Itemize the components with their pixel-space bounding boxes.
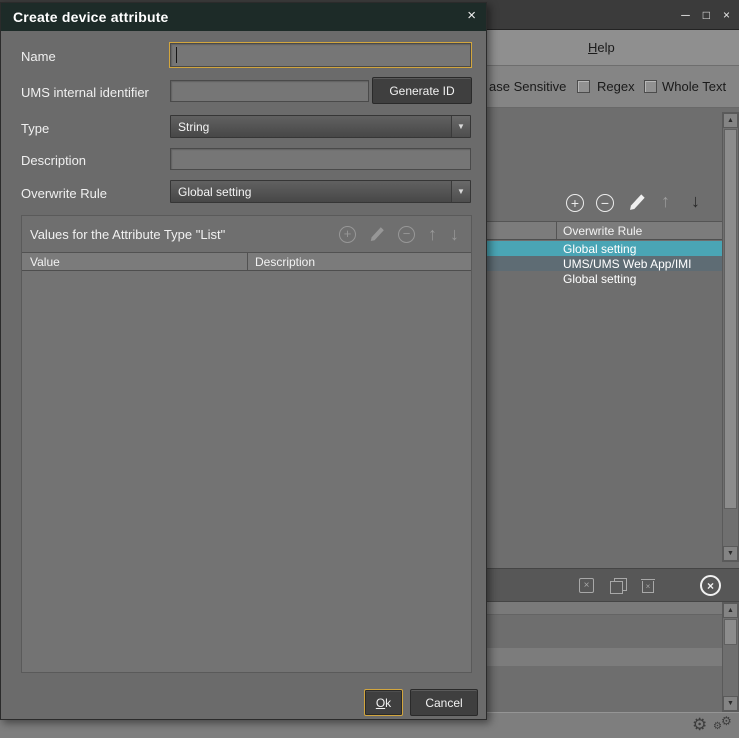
values-table-body bbox=[22, 271, 471, 672]
arrow-up-icon: ▲ bbox=[727, 607, 734, 614]
trash-icon: × bbox=[641, 577, 655, 594]
maximize-icon[interactable]: □ bbox=[703, 9, 710, 21]
values-toolbar: + − ↑ ↓ bbox=[339, 225, 471, 243]
chevron-down-icon: ▼ bbox=[451, 116, 470, 137]
values-panel: Values for the Attribute Type "List" + − bbox=[21, 215, 472, 673]
move-down-button[interactable]: ↓ bbox=[450, 225, 459, 243]
plus-circle-icon: + bbox=[339, 226, 356, 243]
gears-icon[interactable]: ⚙ ⚙ bbox=[713, 714, 735, 736]
move-down-button[interactable]: ↓ bbox=[691, 192, 700, 210]
whole-text-checkbox[interactable] bbox=[644, 80, 657, 93]
scroll-up-button[interactable]: ▲ bbox=[723, 113, 738, 128]
case-sensitive-label: ase Sensitive bbox=[489, 79, 566, 94]
description-input[interactable] bbox=[170, 148, 471, 170]
delete-button[interactable]: × bbox=[641, 577, 655, 594]
whole-text-label: Whole Text bbox=[662, 79, 726, 94]
minus-circle-icon: − bbox=[398, 226, 415, 243]
help-label-rest: elp bbox=[597, 40, 614, 55]
gear-small-icon: ⚙ bbox=[713, 721, 722, 732]
close-icon[interactable]: × bbox=[723, 9, 730, 21]
arrow-down-icon: ▼ bbox=[727, 550, 734, 557]
scroll-up-button[interactable]: ▲ bbox=[723, 603, 738, 618]
values-panel-title: Values for the Attribute Type "List" bbox=[30, 227, 225, 242]
values-table-header: Value Description bbox=[22, 252, 471, 271]
name-label: Name bbox=[21, 49, 56, 64]
help-label: H bbox=[588, 40, 597, 55]
ok-label: Ok bbox=[376, 696, 391, 710]
scroll-down-button[interactable]: ▼ bbox=[723, 696, 738, 711]
x-square-icon: × bbox=[579, 578, 594, 593]
column-divider bbox=[556, 222, 557, 239]
ums-id-input[interactable] bbox=[170, 80, 369, 102]
scrollbar-vertical: ▲ ▼ bbox=[722, 112, 739, 562]
scrollbar-thumb[interactable] bbox=[724, 619, 737, 645]
dismiss-button[interactable]: × bbox=[700, 575, 721, 596]
scroll-down-button[interactable]: ▼ bbox=[723, 546, 738, 561]
edit-value-button[interactable] bbox=[369, 226, 385, 242]
edit-attribute-button[interactable] bbox=[628, 193, 646, 211]
add-attribute-button[interactable]: + bbox=[566, 194, 584, 212]
value-column-header[interactable]: Value bbox=[30, 255, 60, 269]
overwrite-rule-dropdown[interactable]: Global setting ▼ bbox=[170, 180, 471, 203]
arrow-down-icon: ▼ bbox=[727, 700, 734, 707]
description-label: Description bbox=[21, 153, 86, 168]
type-label: Type bbox=[21, 121, 49, 136]
cancel-button[interactable]: Cancel bbox=[410, 689, 478, 716]
description-column-header[interactable]: Description bbox=[255, 255, 315, 269]
type-value: String bbox=[171, 120, 451, 134]
dialog-close-button[interactable]: × bbox=[467, 7, 476, 24]
ums-id-label: UMS internal identifier bbox=[21, 85, 149, 100]
create-device-attribute-dialog: Create device attribute × Name UMS inter… bbox=[0, 2, 487, 720]
gear-icon[interactable]: ⚙ bbox=[692, 715, 707, 735]
values-panel-header: Values for the Attribute Type "List" + − bbox=[22, 216, 471, 252]
text-caret bbox=[176, 47, 177, 63]
edit-icon bbox=[628, 193, 646, 211]
screen: ─ □ × Help ase Sensitive Regex Whole Tex… bbox=[0, 0, 739, 738]
edit-icon bbox=[369, 226, 385, 242]
minus-circle-icon: − bbox=[596, 194, 614, 212]
dialog-title: Create device attribute bbox=[13, 9, 169, 25]
row-overwrite-rule: Global setting bbox=[563, 242, 636, 256]
remove-value-button[interactable]: − bbox=[398, 226, 415, 243]
arrow-up-icon: ▲ bbox=[727, 117, 734, 124]
copy-icon bbox=[610, 578, 626, 593]
row-overwrite-rule: UMS/UMS Web App/IMI bbox=[563, 257, 691, 271]
regex-label: Regex bbox=[597, 79, 635, 94]
minimize-icon[interactable]: ─ bbox=[681, 9, 690, 21]
move-up-button[interactable]: ↑ bbox=[661, 192, 670, 210]
type-dropdown[interactable]: String ▼ bbox=[170, 115, 471, 138]
arrow-down-icon: ↓ bbox=[691, 192, 700, 210]
chevron-down-icon: ▼ bbox=[451, 181, 470, 202]
scrollbar-thumb[interactable] bbox=[724, 129, 737, 509]
generate-id-button[interactable]: Generate ID bbox=[372, 77, 472, 104]
move-up-button[interactable]: ↑ bbox=[428, 225, 437, 243]
overwrite-rule-label: Overwrite Rule bbox=[21, 186, 107, 201]
circle-x-icon: × bbox=[700, 575, 721, 596]
help-menu[interactable]: Help bbox=[588, 40, 615, 55]
dialog-titlebar: Create device attribute × bbox=[1, 3, 486, 31]
scrollbar-vertical-lower: ▲ ▼ bbox=[722, 602, 739, 712]
ok-button[interactable]: Ok bbox=[364, 689, 403, 716]
column-divider bbox=[247, 253, 248, 270]
overwrite-rule-value: Global setting bbox=[171, 185, 451, 199]
arrow-up-icon: ↑ bbox=[661, 192, 670, 210]
gear-small-icon: ⚙ bbox=[721, 714, 732, 728]
add-value-button[interactable]: + bbox=[339, 226, 356, 243]
plus-circle-icon: + bbox=[566, 194, 584, 212]
arrow-down-icon: ↓ bbox=[450, 225, 459, 243]
remove-attribute-button[interactable]: − bbox=[596, 194, 614, 212]
name-input[interactable] bbox=[170, 43, 471, 67]
row-overwrite-rule: Global setting bbox=[563, 272, 636, 286]
arrow-up-icon: ↑ bbox=[428, 225, 437, 243]
window-controls: ─ □ × bbox=[681, 0, 730, 30]
overwrite-rule-column-header[interactable]: Overwrite Rule bbox=[563, 224, 642, 238]
copy-button[interactable] bbox=[610, 578, 626, 593]
regex-checkbox[interactable] bbox=[577, 80, 590, 93]
clear-button[interactable]: × bbox=[579, 578, 594, 593]
